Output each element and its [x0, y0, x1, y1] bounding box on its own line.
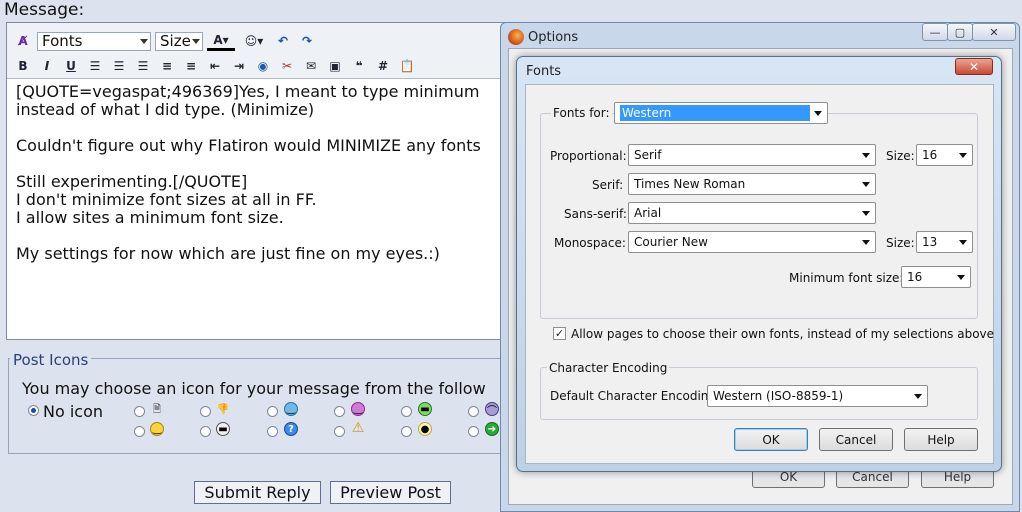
minimize-icon[interactable]: —: [922, 23, 948, 41]
post-icon-radio[interactable]: [468, 406, 479, 417]
outdent-icon[interactable]: ⇤: [205, 56, 225, 76]
default-encoding-select[interactable]: Western (ISO-8859-1): [707, 385, 928, 407]
minimum-font-size-label: Minimum font size:: [789, 271, 904, 285]
lightbulb-icon: ●: [418, 422, 432, 436]
warning-icon: ⚠: [351, 420, 365, 436]
proportional-size-select[interactable]: 16: [916, 144, 973, 166]
proportional-size-label: Size:: [886, 149, 915, 163]
serif-select[interactable]: Times New Roman: [628, 173, 876, 195]
message-line: My settings for now which are just fine …: [16, 244, 440, 263]
monospace-size-label: Size:: [886, 236, 915, 250]
redo-icon[interactable]: ↷: [297, 31, 317, 51]
fonts-close-icon[interactable]: ✕: [955, 58, 993, 75]
fonts-for-select[interactable]: Western: [614, 102, 828, 124]
remove-format-icon[interactable]: A̸: [13, 31, 33, 51]
message-line: Couldn't figure out why Flatiron would M…: [16, 136, 481, 155]
post-icon-radio[interactable]: [267, 426, 278, 437]
post-icon-radio[interactable]: [334, 426, 345, 437]
minimum-font-size-select[interactable]: 16: [901, 266, 971, 288]
code-hash-button[interactable]: #: [373, 56, 393, 76]
frown-icon: ⌒: [485, 402, 499, 417]
cool-icon: ▬: [216, 422, 230, 436]
post-icon-radio[interactable]: [401, 426, 412, 437]
align-right-icon[interactable]: ☰: [133, 56, 153, 76]
monospace-select[interactable]: Courier New: [628, 231, 876, 253]
fonts-help-button[interactable]: Help: [904, 428, 978, 451]
proportional-label: Proportional:: [550, 149, 627, 163]
message-line: [16, 119, 506, 137]
underline-button[interactable]: U: [61, 56, 81, 76]
character-encoding-title: Character Encoding: [547, 361, 670, 375]
email-link-icon[interactable]: ✉: [301, 56, 321, 76]
smilies-icon[interactable]: ☺▾: [239, 31, 269, 51]
post-icons-legend: Post Icons: [10, 351, 92, 369]
message-line: Still experimenting.[/QUOTE]: [16, 172, 248, 191]
arrow-right-icon: ➔: [485, 422, 499, 436]
ordered-list-icon[interactable]: ≡: [157, 56, 177, 76]
sans-serif-select[interactable]: Arial: [628, 202, 876, 224]
fonts-dialog-title: Fonts: [526, 64, 562, 79]
post-icon-radio[interactable]: [200, 426, 211, 437]
message-editor: A̸ Fonts Size A▾ ☺▾ ↶ ↷ B I U ☰ ☰ ☰ ≡ ≡ …: [6, 22, 516, 340]
indent-icon[interactable]: ⇥: [229, 56, 249, 76]
paste-icon[interactable]: 📋: [397, 56, 417, 76]
happy-icon: ‿: [150, 422, 164, 436]
submit-reply-button[interactable]: Submit Reply: [194, 481, 321, 504]
options-window-title: Options: [528, 30, 579, 45]
default-encoding-label: Default Character Encoding:: [550, 389, 721, 403]
post-icon-radio[interactable]: [401, 406, 412, 417]
message-line: [16, 227, 506, 245]
window-close-icon[interactable]: ✕: [972, 23, 1016, 41]
maximize-icon[interactable]: ▢: [947, 23, 973, 41]
smile-icon: ‿: [284, 402, 298, 416]
preview-post-button[interactable]: Preview Post: [330, 481, 451, 504]
monospace-size-select[interactable]: 13: [916, 231, 973, 253]
question-icon: ?: [284, 422, 298, 436]
post-icon-radio[interactable]: [134, 406, 145, 417]
post-icon-radio[interactable]: [200, 406, 211, 417]
post-icon-radio[interactable]: [468, 426, 479, 437]
unlink-icon[interactable]: ✂: [277, 56, 297, 76]
message-line: I don't minimize font sizes at all in FF…: [16, 190, 317, 209]
undo-icon[interactable]: ↶: [273, 31, 293, 51]
firefox-logo-icon: [508, 29, 524, 45]
message-line: I allow sites a minimum font size.: [16, 208, 284, 227]
post-icons-instructions: You may choose an icon for your message …: [22, 379, 486, 398]
link-icon[interactable]: ◉: [253, 56, 273, 76]
fonts-ok-button[interactable]: OK: [734, 428, 808, 451]
post-icon-radio[interactable]: [334, 406, 345, 417]
align-left-icon[interactable]: ☰: [85, 56, 105, 76]
sans-serif-label: Sans-serif:: [564, 207, 627, 221]
serif-label: Serif:: [592, 178, 624, 192]
message-line: [QUOTE=vegaspat;496369]Yes, I meant to t…: [16, 82, 480, 101]
font-select[interactable]: Fonts: [37, 31, 151, 51]
document-icon: 🗎: [152, 403, 162, 415]
align-center-icon[interactable]: ☰: [109, 56, 129, 76]
insert-image-icon[interactable]: ▣: [325, 56, 345, 76]
no-icon-label: No icon: [43, 402, 104, 421]
monospace-label: Monospace:: [554, 236, 626, 250]
unordered-list-icon[interactable]: ≡: [181, 56, 201, 76]
message-line: [16, 155, 506, 173]
grin-icon: ‿: [351, 402, 365, 416]
quote-icon[interactable]: ❝: [349, 56, 369, 76]
proportional-select[interactable]: Serif: [628, 144, 876, 166]
message-line: instead of what I did type. (Minimize): [16, 100, 315, 119]
fonts-for-label: Fonts for:: [551, 106, 612, 120]
message-label: Message:: [4, 0, 85, 20]
allow-pages-checkbox[interactable]: ✓: [553, 327, 566, 340]
bold-button[interactable]: B: [13, 56, 33, 76]
font-color-icon[interactable]: A▾: [207, 31, 235, 51]
message-textarea[interactable]: [QUOTE=vegaspat;496369]Yes, I meant to t…: [16, 80, 506, 335]
post-icon-radio[interactable]: [134, 426, 145, 437]
size-select[interactable]: Size: [155, 31, 203, 51]
no-icon-radio[interactable]: [28, 405, 39, 416]
fonts-cancel-button[interactable]: Cancel: [819, 428, 893, 451]
post-icon-radio[interactable]: [267, 406, 278, 417]
thumbs-down-icon: 👎: [216, 403, 230, 415]
editor-toolbar: A̸ Fonts Size A▾ ☺▾ ↶ ↷ B I U ☰ ☰ ☰ ≡ ≡ …: [7, 23, 515, 79]
allow-pages-label: Allow pages to choose their own fonts, i…: [571, 327, 995, 341]
big-grin-icon: ▬: [418, 402, 432, 416]
italic-button[interactable]: I: [37, 56, 57, 76]
